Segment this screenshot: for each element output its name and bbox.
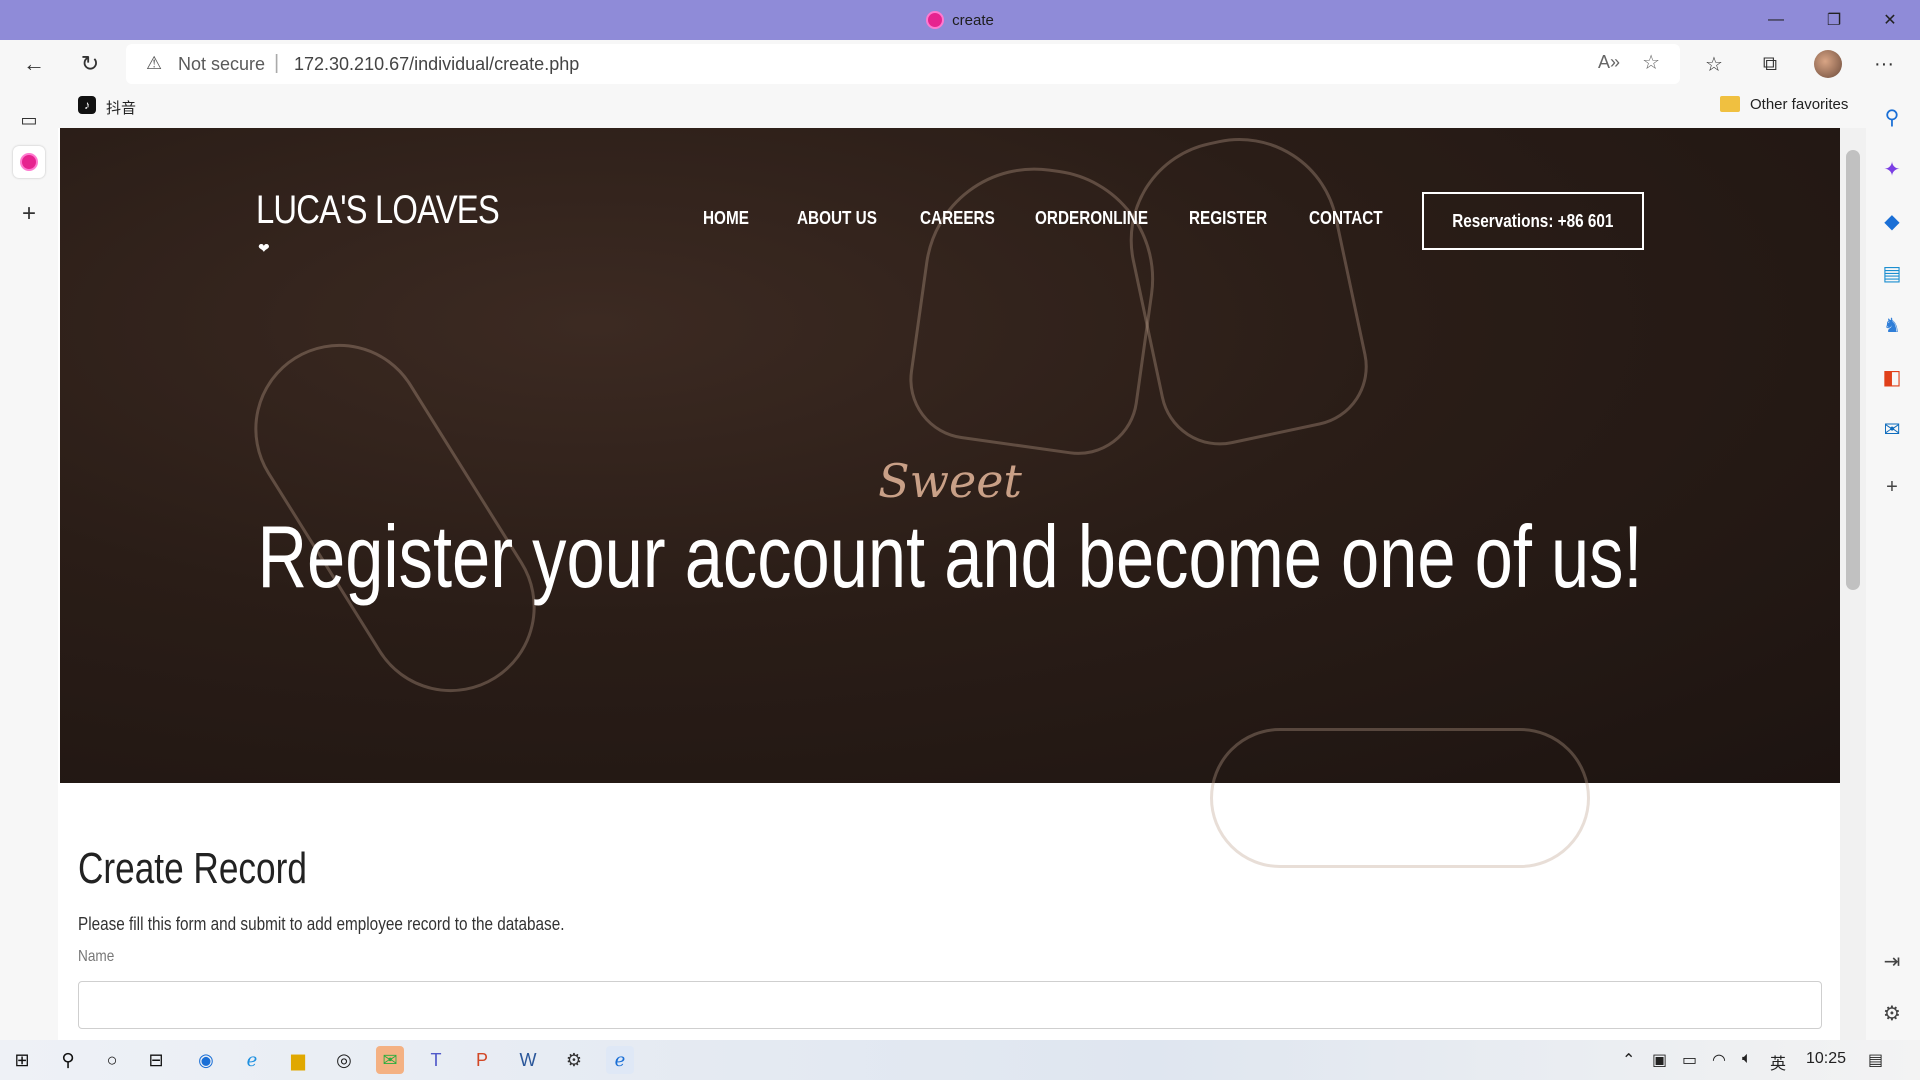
powerpoint-icon[interactable]: P: [468, 1046, 496, 1074]
file-explorer-icon[interactable]: ▆: [284, 1046, 312, 1074]
window-titlebar: create — ❐ ✕: [0, 0, 1920, 40]
tray-app-icon[interactable]: ▣: [1652, 1050, 1667, 1070]
outlook-icon[interactable]: ✉: [1877, 414, 1907, 444]
address-separator: |: [274, 52, 280, 74]
security-label[interactable]: Not secure: [178, 54, 265, 75]
window-title: create: [0, 0, 1920, 40]
edge-icon[interactable]: ℯ: [606, 1046, 634, 1074]
bookmarks-bar: [0, 88, 1920, 128]
active-tab-icon[interactable]: [13, 146, 45, 178]
games-icon[interactable]: ♞: [1877, 310, 1907, 340]
search-icon[interactable]: ⚲: [1877, 102, 1907, 132]
start-icon[interactable]: ⊞: [8, 1046, 36, 1074]
web-page: LUCA'S LOAVES ❤ HOME ABOUT US CAREERS OR…: [60, 128, 1840, 1040]
read-aloud-icon[interactable]: A»: [1598, 52, 1620, 73]
window-title-text: create: [952, 11, 994, 29]
folder-icon[interactable]: [1720, 96, 1740, 112]
nav-careers[interactable]: CAREERS: [920, 208, 995, 229]
battery-icon[interactable]: ▭: [1682, 1050, 1697, 1070]
close-button[interactable]: ✕: [1866, 0, 1914, 40]
add-sidebar-app-icon[interactable]: +: [1877, 472, 1907, 502]
nav-home[interactable]: HOME: [703, 208, 749, 229]
reservations-label: Reservations: +86 601: [1452, 210, 1614, 231]
tiktok-icon[interactable]: ♪: [78, 96, 96, 114]
restore-button[interactable]: ❐: [1810, 0, 1858, 40]
hero-heading: Register your account and become one of …: [257, 507, 1643, 606]
nav-register[interactable]: REGISTER: [1189, 208, 1267, 229]
tab-actions-icon[interactable]: ▭: [13, 104, 45, 136]
sidebar-settings-icon[interactable]: ⚙: [1877, 998, 1907, 1028]
word-icon[interactable]: W: [514, 1046, 542, 1074]
bread-sketch-decoration: [901, 153, 1169, 463]
chrome-icon[interactable]: ◎: [330, 1046, 358, 1074]
task-view-icon[interactable]: ⊟: [142, 1046, 170, 1074]
url-text[interactable]: 172.30.210.67/individual/create.php: [294, 54, 579, 75]
wechat-icon[interactable]: ✉: [376, 1046, 404, 1074]
other-favorites-label[interactable]: Other favorites: [1750, 96, 1848, 113]
bread-sketch-decoration: [1210, 728, 1590, 868]
nav-order-online[interactable]: ORDERONLINE: [1035, 208, 1148, 229]
favorites-icon[interactable]: ☆: [1696, 46, 1732, 82]
shopping-tag-icon[interactable]: ◆: [1877, 206, 1907, 236]
ie-icon[interactable]: ℯ: [238, 1046, 266, 1074]
app-icon[interactable]: ◉: [192, 1046, 220, 1074]
browser-toolbar: ← ↻ ⚠ Not secure | 172.30.210.67/individ…: [0, 40, 1920, 88]
app-icon: [926, 11, 945, 29]
copilot-icon[interactable]: ✦: [1877, 154, 1907, 184]
scrollbar-thumb[interactable]: [1846, 150, 1860, 590]
teams-icon[interactable]: T: [422, 1046, 450, 1074]
back-button[interactable]: ←: [16, 46, 52, 82]
notifications-icon[interactable]: ▤: [1868, 1050, 1883, 1070]
new-tab-icon[interactable]: +: [13, 198, 45, 230]
reservations-button[interactable]: Reservations: +86 601: [1422, 192, 1644, 250]
nav-contact[interactable]: CONTACT: [1309, 208, 1383, 229]
more-menu-icon[interactable]: ···: [1866, 46, 1902, 82]
search-icon[interactable]: ⚲: [54, 1046, 82, 1074]
warning-icon[interactable]: ⚠: [146, 53, 162, 74]
add-favorite-icon[interactable]: ☆: [1642, 50, 1660, 75]
form-title: Create Record: [78, 844, 307, 893]
bread-sketch-decoration: [1111, 128, 1379, 457]
site-logo[interactable]: LUCA'S LOAVES: [256, 188, 500, 233]
wifi-icon[interactable]: ◠: [1712, 1050, 1726, 1070]
office-icon[interactable]: ◧: [1877, 362, 1907, 392]
cortana-icon[interactable]: ○: [98, 1046, 126, 1074]
language-indicator[interactable]: 英: [1770, 1050, 1786, 1074]
clock[interactable]: 10:25: [1806, 1050, 1846, 1068]
volume-icon[interactable]: 🔈︎: [1742, 1050, 1752, 1068]
hero-banner: LUCA'S LOAVES ❤ HOME ABOUT US CAREERS OR…: [60, 128, 1840, 868]
nav-about-us[interactable]: ABOUT US: [797, 208, 877, 229]
form-description: Please fill this form and submit to add …: [78, 914, 565, 934]
refresh-button[interactable]: ↻: [72, 46, 108, 82]
name-input[interactable]: [78, 981, 1822, 1029]
bookmark-item-label[interactable]: 抖音: [106, 97, 136, 118]
vertical-tabs-sidebar: [0, 88, 58, 1040]
tray-chevron-icon[interactable]: ⌃: [1622, 1050, 1635, 1070]
tools-icon[interactable]: ▤: [1877, 258, 1907, 288]
hide-sidebar-icon[interactable]: ⇥: [1877, 946, 1907, 976]
minimize-button[interactable]: —: [1752, 0, 1800, 40]
settings-icon[interactable]: ⚙: [560, 1046, 588, 1074]
hero-script-text: Sweet: [878, 454, 1022, 508]
name-label: Name: [78, 948, 115, 965]
heart-icon: ❤: [258, 240, 270, 256]
address-bar[interactable]: ⚠ Not secure | 172.30.210.67/individual/…: [126, 44, 1680, 84]
profile-avatar[interactable]: [1814, 50, 1842, 78]
collections-icon[interactable]: ⧉: [1752, 46, 1788, 82]
